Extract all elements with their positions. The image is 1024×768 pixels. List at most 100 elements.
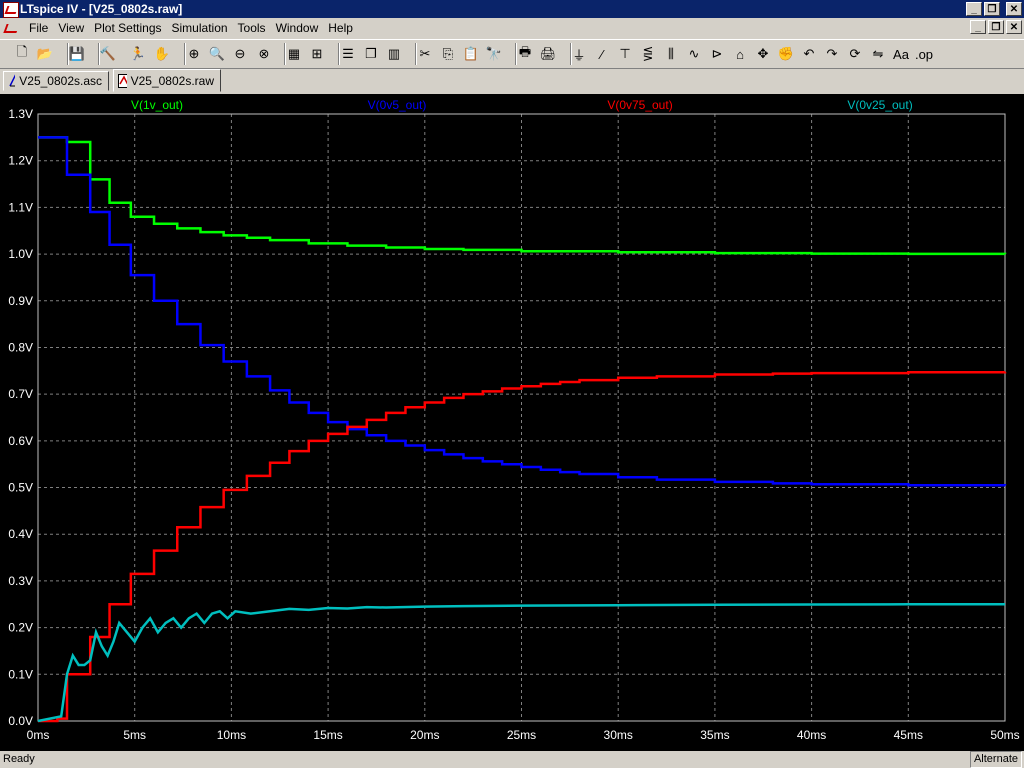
y-tick-label: 1.2V bbox=[8, 154, 33, 168]
doc-close-button[interactable]: ✕ bbox=[1006, 20, 1022, 34]
cascade-icon[interactable]: ❐ bbox=[361, 44, 381, 64]
tile-vertical-icon[interactable]: ▥ bbox=[384, 44, 404, 64]
ltspice-app-icon[interactable] bbox=[3, 2, 19, 18]
x-tick-label: 40ms bbox=[797, 728, 826, 742]
menu-simulation[interactable]: Simulation bbox=[167, 21, 233, 35]
y-tick-label: 0.3V bbox=[8, 574, 33, 588]
status-bar: Ready Alternate bbox=[0, 751, 1024, 768]
label-icon[interactable]: ⊤ bbox=[615, 44, 635, 64]
redo-icon[interactable]: ↷ bbox=[822, 44, 842, 64]
title-bar: LTspice IV - [V25_0802s.raw] _ ❐ ✕ bbox=[0, 0, 1024, 18]
y-tick-label: 0.4V bbox=[8, 527, 33, 541]
y-tick-label: 0.6V bbox=[8, 434, 33, 448]
menu-help[interactable]: Help bbox=[323, 21, 358, 35]
drag-icon[interactable]: ✊ bbox=[776, 44, 796, 64]
menu-bar: File View Plot Settings Simulation Tools… bbox=[0, 18, 1024, 38]
doc-minimize-button[interactable]: _ bbox=[970, 20, 986, 34]
wire-icon[interactable]: ∕ bbox=[592, 44, 612, 64]
tile-horizontal-icon[interactable]: ☰ bbox=[338, 44, 358, 64]
run-icon[interactable]: 🏃 bbox=[128, 44, 148, 64]
ltspice-window: LTspice IV - [V25_0802s.raw] _ ❐ ✕ File … bbox=[0, 0, 1024, 768]
legend-label: V(1v_out) bbox=[131, 98, 183, 112]
y-tick-label: 0.8V bbox=[8, 340, 33, 354]
menu-file[interactable]: File bbox=[24, 21, 53, 35]
save-icon[interactable]: 💾 bbox=[67, 44, 87, 64]
document-window-controls: _ ❐ ✕ bbox=[970, 20, 1022, 34]
new-schematic-icon[interactable]: 🗋 bbox=[12, 44, 32, 64]
legend-label: V(0v25_out) bbox=[847, 98, 912, 112]
document-menu-icon[interactable] bbox=[3, 20, 19, 36]
x-tick-label: 25ms bbox=[507, 728, 536, 742]
tab-label: V25_0802s.asc bbox=[19, 74, 102, 88]
toolbar: 🗋 📂 💾 🔨 🏃 ✋ ⊕ 🔍 ⊖ ⊗ ▦ ⊞ ☰ ❐ ▥ ✂ ⎘ 📋 🔭 🖶 🖨 ⏚ ∕ ⊤ ⋚ ⫼ ∿ ⊳ ⌂ ✥ ✊ ↶ ↷ ⟳ ⇋ Aa .op bbox=[0, 39, 1024, 69]
component-icon[interactable]: ⌂ bbox=[730, 44, 750, 64]
copy-icon[interactable]: ⎘ bbox=[438, 44, 458, 64]
restore-button[interactable]: ❐ bbox=[984, 2, 1000, 16]
waveform-plot[interactable]: 0.0V 0.1V 0.2V 0.3V 0.4V 0.5V 0.6V 0.7V 0.8V 0.9V… bbox=[0, 94, 1024, 751]
menu-view[interactable]: View bbox=[53, 21, 89, 35]
y-tick-label: 1.1V bbox=[8, 200, 33, 214]
legend-label: V(0v5_out) bbox=[368, 98, 427, 112]
y-tick-label: 1.3V bbox=[8, 107, 33, 121]
spice-directive-icon[interactable]: .op bbox=[914, 44, 934, 64]
inductor-icon[interactable]: ∿ bbox=[684, 44, 704, 64]
paste-icon[interactable]: 📋 bbox=[461, 44, 481, 64]
tab-waveform[interactable]: V25_0802s.raw bbox=[113, 69, 221, 92]
window-controls: _ ❐ ✕ bbox=[966, 2, 1022, 16]
diode-icon[interactable]: ⊳ bbox=[707, 44, 727, 64]
y-tick-label: 1.0V bbox=[8, 247, 33, 261]
autorange-icon[interactable]: ▦ bbox=[284, 44, 304, 64]
x-tick-label: 0ms bbox=[27, 728, 50, 742]
status-mode: Alternate bbox=[969, 751, 1022, 768]
tab-schematic[interactable]: V25_0802s.asc bbox=[3, 71, 109, 91]
zoom-out-icon[interactable]: ⊖ bbox=[230, 44, 250, 64]
y-tick-label: 0.5V bbox=[8, 481, 33, 495]
ground-icon[interactable]: ⏚ bbox=[569, 44, 589, 64]
undo-icon[interactable]: ↶ bbox=[799, 44, 819, 64]
measure-icon[interactable]: ⊞ bbox=[307, 44, 327, 64]
legend-label: V(0v75_out) bbox=[607, 98, 672, 112]
resistor-icon[interactable]: ⋚ bbox=[638, 44, 658, 64]
text-icon[interactable]: Aa bbox=[891, 44, 911, 64]
minimize-button[interactable]: _ bbox=[966, 2, 982, 16]
mirror-icon[interactable]: ⇋ bbox=[868, 44, 888, 64]
print-icon[interactable]: 🖨 bbox=[538, 44, 558, 64]
find-icon[interactable]: 🔭 bbox=[484, 44, 504, 64]
status-text: Ready bbox=[3, 753, 35, 765]
x-tick-label: 20ms bbox=[410, 728, 439, 742]
menu-window[interactable]: Window bbox=[271, 21, 324, 35]
move-icon[interactable]: ✥ bbox=[753, 44, 773, 64]
zoom-pan-icon[interactable]: 🔍 bbox=[207, 44, 227, 64]
x-tick-label: 15ms bbox=[313, 728, 342, 742]
control-panel-icon[interactable]: 🔨 bbox=[98, 44, 118, 64]
y-tick-label: 0.2V bbox=[8, 621, 33, 635]
x-tick-label: 30ms bbox=[604, 728, 633, 742]
halt-icon[interactable]: ✋ bbox=[152, 44, 172, 64]
plot-canvas[interactable]: 0.0V 0.1V 0.2V 0.3V 0.4V 0.5V 0.6V 0.7V 0.8V 0.9V… bbox=[0, 94, 1024, 751]
x-tick-label: 10ms bbox=[217, 728, 246, 742]
y-tick-label: 0.0V bbox=[8, 714, 33, 728]
tab-bar: V25_0802s.asc V25_0802s.raw bbox=[0, 69, 1024, 93]
x-tick-label: 35ms bbox=[700, 728, 729, 742]
y-tick-label: 0.7V bbox=[8, 387, 33, 401]
zoom-in-icon[interactable]: ⊕ bbox=[184, 44, 204, 64]
y-tick-label: 0.9V bbox=[8, 294, 33, 308]
rotate-icon[interactable]: ⟳ bbox=[845, 44, 865, 64]
capacitor-icon[interactable]: ⫼ bbox=[661, 44, 681, 64]
doc-restore-button[interactable]: ❐ bbox=[988, 20, 1004, 34]
x-tick-label: 50ms bbox=[990, 728, 1019, 742]
menu-tools[interactable]: Tools bbox=[233, 21, 271, 35]
close-button[interactable]: ✕ bbox=[1006, 2, 1022, 16]
cut-icon[interactable]: ✂ bbox=[415, 44, 435, 64]
zoom-cancel-icon[interactable]: ⊗ bbox=[254, 44, 274, 64]
y-tick-label: 0.1V bbox=[8, 667, 33, 681]
x-tick-label: 45ms bbox=[894, 728, 923, 742]
window-title: LTspice IV - [V25_0802s.raw] bbox=[20, 2, 183, 16]
tab-label: V25_0802s.raw bbox=[130, 73, 214, 88]
open-icon[interactable]: 📂 bbox=[35, 44, 55, 64]
x-tick-label: 5ms bbox=[123, 728, 146, 742]
print-preview-icon[interactable]: 🖶 bbox=[515, 44, 535, 64]
waveform-icon bbox=[118, 73, 127, 88]
menu-plot-settings[interactable]: Plot Settings bbox=[89, 21, 166, 35]
schematic-icon bbox=[9, 74, 16, 87]
